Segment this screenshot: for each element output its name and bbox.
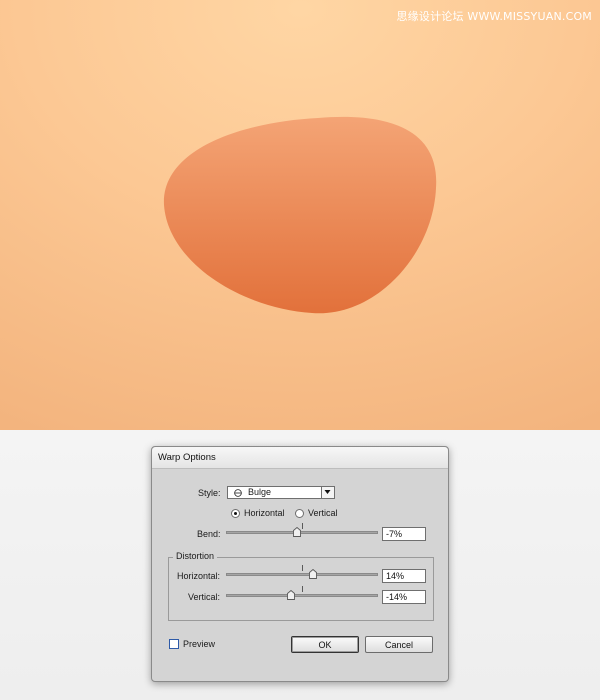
slider-center-tick — [302, 565, 303, 571]
dropdown-toggle[interactable] — [321, 487, 334, 498]
style-label: Style: — [198, 488, 221, 498]
slider-track — [226, 573, 378, 576]
distortion-horizontal-label: Horizontal: — [177, 571, 221, 581]
vertical-radio-label[interactable]: Vertical — [308, 508, 338, 518]
warp-options-dialog: Warp Options Style: Bulge Horizontal Ver… — [151, 446, 449, 682]
dialog-titlebar[interactable]: Warp Options — [152, 447, 448, 469]
preview-checkbox[interactable] — [169, 639, 179, 649]
horizontal-distortion-slider[interactable] — [226, 565, 378, 581]
triangle-down-icon — [324, 490, 331, 494]
bulge-icon — [234, 488, 242, 497]
bend-input[interactable] — [382, 527, 426, 541]
bend-slider[interactable] — [226, 523, 378, 539]
horizontal-radio-label[interactable]: Horizontal — [244, 508, 285, 518]
slider-center-tick — [302, 586, 303, 592]
style-dropdown[interactable]: Bulge — [227, 486, 335, 499]
bend-label: Bend: — [197, 529, 221, 539]
orange-blob-shape[interactable] — [163, 116, 437, 314]
artwork — [163, 116, 437, 314]
slider-track — [226, 594, 378, 597]
slider-thumb[interactable] — [287, 590, 296, 600]
horizontal-distortion-input[interactable] — [382, 569, 426, 583]
dialog-title: Warp Options — [158, 452, 216, 463]
slider-center-tick — [302, 523, 303, 529]
cancel-button[interactable]: Cancel — [365, 636, 433, 653]
screenshot: 思缘设计论坛 WWW.MISSYUAN.COM Warp Options Sty… — [0, 0, 600, 700]
distortion-vertical-label: Vertical: — [188, 592, 221, 602]
style-value: Bulge — [248, 487, 272, 497]
watermark: 思缘设计论坛 WWW.MISSYUAN.COM — [396, 10, 592, 23]
vertical-radio[interactable] — [295, 509, 304, 518]
distortion-legend: Distortion — [173, 551, 218, 561]
slider-thumb[interactable] — [308, 569, 317, 579]
vertical-distortion-input[interactable] — [382, 590, 426, 604]
slider-thumb[interactable] — [292, 527, 301, 537]
dialog-content: Style: Bulge Horizontal Vertical Bend: -… — [157, 473, 443, 676]
vertical-distortion-slider[interactable] — [226, 586, 378, 602]
artboard: 思缘设计论坛 WWW.MISSYUAN.COM — [0, 0, 600, 430]
ok-button[interactable]: OK — [291, 636, 359, 653]
horizontal-radio[interactable] — [231, 509, 240, 518]
slider-track — [226, 531, 378, 534]
preview-label[interactable]: Preview — [183, 639, 215, 649]
